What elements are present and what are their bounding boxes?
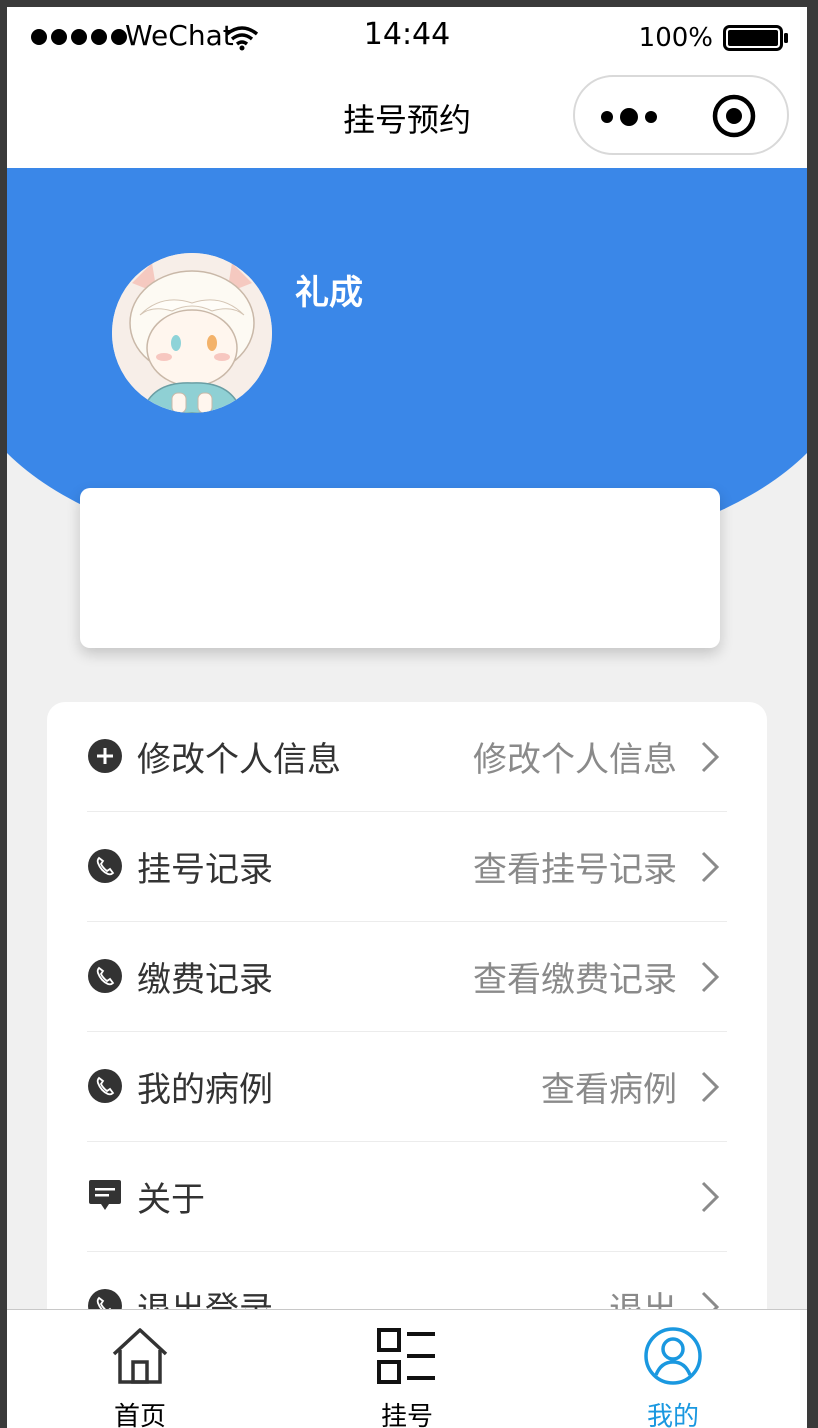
chevron-right-icon: [701, 741, 720, 773]
phone-icon: [88, 849, 122, 883]
tab-home[interactable]: 首页: [60, 1310, 220, 1428]
menu-item-value: 查看挂号记录: [473, 850, 677, 890]
phone-icon: [88, 1069, 122, 1103]
mini-program-capsule: [573, 75, 789, 155]
menu-item-label: 关于: [137, 1180, 205, 1220]
battery-percentage: 100%: [638, 23, 713, 53]
chevron-right-icon: [701, 851, 720, 883]
tab-bar: 首页 挂号 我的: [7, 1309, 807, 1428]
user-name: 礼成: [295, 273, 363, 313]
menu-item-payment-records[interactable]: 缴费记录 查看缴费记录: [87, 922, 727, 1032]
close-mini-program-icon[interactable]: [711, 93, 757, 139]
tab-label: 首页: [113, 1402, 166, 1428]
message-icon: [89, 1180, 121, 1210]
tab-label: 我的: [646, 1402, 699, 1428]
navigation-bar: 挂号预约: [7, 67, 807, 168]
tab-label: 挂号: [380, 1402, 433, 1428]
chevron-right-icon: [701, 1181, 720, 1213]
menu-item-label: 挂号记录: [137, 850, 273, 890]
tab-mine[interactable]: 我的: [593, 1310, 753, 1428]
list-icon: [377, 1328, 435, 1384]
home-icon: [112, 1328, 168, 1384]
chevron-right-icon: [701, 961, 720, 993]
menu-item-value: 修改个人信息: [473, 740, 677, 780]
status-bar: WeChat 14:44 100%: [7, 7, 807, 67]
tab-registration[interactable]: 挂号: [327, 1310, 487, 1428]
phone-icon: [88, 959, 122, 993]
phone-screen: WeChat 14:44 100% 挂号预约 礼成 修改个人信息 修改个人信息 …: [7, 7, 807, 1428]
capsule-divider: [681, 97, 682, 137]
plus-circle-icon: [88, 739, 122, 773]
menu-item-edit-profile[interactable]: 修改个人信息 修改个人信息: [87, 702, 727, 812]
menu-item-medical-records[interactable]: 我的病例 查看病例: [87, 1032, 727, 1142]
battery-icon: [723, 25, 788, 51]
avatar[interactable]: [112, 253, 272, 413]
user-icon: [644, 1327, 702, 1385]
menu-item-value: 查看缴费记录: [473, 960, 677, 1000]
chevron-right-icon: [701, 1071, 720, 1103]
menu-item-label: 我的病例: [137, 1070, 273, 1110]
more-options-icon[interactable]: [599, 103, 659, 131]
settings-menu: 修改个人信息 修改个人信息 挂号记录 查看挂号记录 缴费记录 查看缴费记录 我的…: [47, 702, 767, 1342]
menu-item-about[interactable]: 关于: [87, 1142, 727, 1252]
menu-item-label: 修改个人信息: [137, 740, 341, 780]
menu-item-registration-records[interactable]: 挂号记录 查看挂号记录: [87, 812, 727, 922]
avatar-illustration: [112, 253, 272, 413]
info-card: [80, 488, 720, 648]
menu-item-label: 缴费记录: [137, 960, 273, 1000]
menu-item-value: 查看病例: [541, 1070, 677, 1110]
